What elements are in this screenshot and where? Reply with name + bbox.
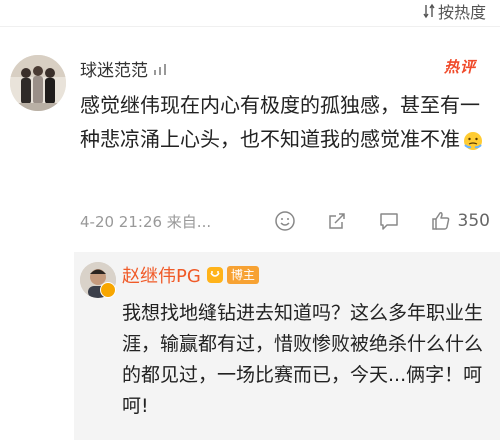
like-count: 350 [457, 211, 490, 231]
share-button[interactable] [326, 210, 348, 232]
comment-text: 感觉继伟现在内心有极度的孤独感，甚至有一种悲凉涌上心头，也不知道我的感觉准不准 [80, 93, 480, 151]
share-icon [328, 213, 345, 229]
blogger-tag: 博主 [226, 266, 259, 284]
sort-icon [423, 3, 435, 19]
sort-label: 按热度 [437, 3, 486, 22]
sort-toggle[interactable]: 按热度 [423, 0, 486, 22]
comment-meta: 4-20 21:26 来自... 350 [80, 206, 490, 236]
like-button[interactable]: 350 [430, 210, 490, 232]
vip-icon [206, 267, 223, 283]
avatar-photo [10, 55, 66, 111]
divider [0, 26, 500, 27]
comment-author[interactable]: 球迷范范 [80, 56, 171, 81]
hot-comment-badge: 热评 [443, 58, 476, 76]
reply-author[interactable]: 赵继伟PG 博主 [122, 262, 259, 288]
comment-author-name: 球迷范范 [80, 61, 148, 81]
comment-time: 4-20 21:26 来自... [80, 212, 212, 231]
avatar[interactable] [10, 55, 66, 111]
reply-text: 我想找地缝钻进去知道吗？这么多年职业生涯，输赢都有过，惜败惨败被绝杀什么什么的都… [122, 302, 484, 417]
verified-icon [100, 282, 116, 298]
reply-card[interactable]: 赵继伟PG 博主 我想找地缝钻进去知道吗？这么多年职业生涯，输赢都有过，惜败惨败… [74, 252, 500, 440]
comment-body: 感觉继伟现在内心有极度的孤独感，甚至有一种悲凉涌上心头，也不知道我的感觉准不准 [80, 88, 490, 156]
emoji-icon [464, 131, 482, 150]
level-icon [154, 63, 166, 75]
comment-icon [379, 213, 398, 230]
emoji-reaction-icon [274, 211, 295, 231]
like-icon [431, 212, 449, 230]
comment-button[interactable] [378, 210, 400, 232]
reply-author-name: 赵继伟PG [122, 266, 201, 287]
reaction-button[interactable] [274, 210, 296, 232]
